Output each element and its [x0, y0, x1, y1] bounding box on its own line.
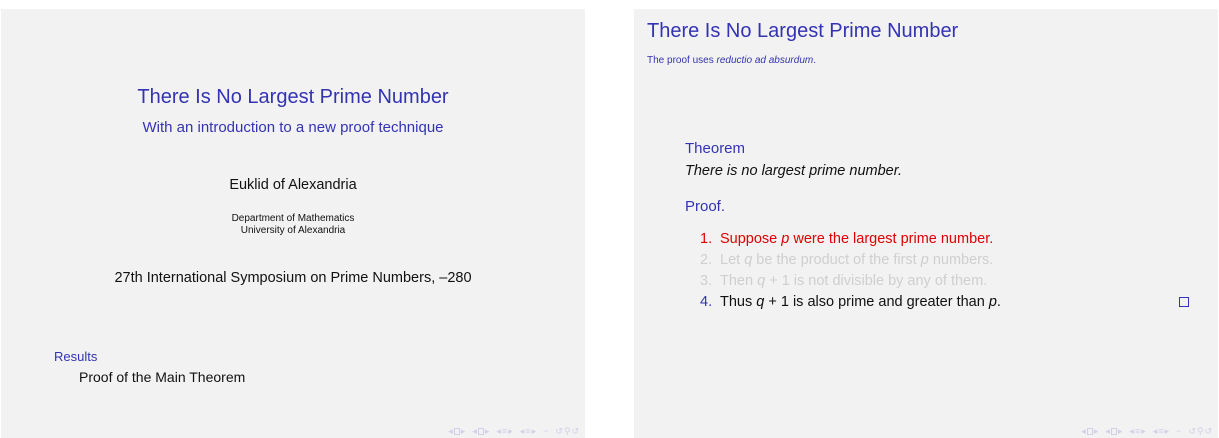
- nav-slide-icon[interactable]: [1086, 428, 1093, 435]
- nav-search-icon[interactable]: ⚲: [1197, 427, 1204, 436]
- nav-search-icon[interactable]: ⚲: [564, 427, 571, 436]
- step-number: 2.: [700, 252, 713, 268]
- content-slide: There Is No Largest Prime Number The pro…: [634, 9, 1218, 438]
- qed-square-icon: [1179, 297, 1189, 307]
- nav-left-arrow-icon[interactable]: ◂: [1129, 427, 1134, 436]
- step-text: + 1 is not divisible by any of them.: [765, 273, 988, 289]
- frame-subtitle-text: .: [813, 55, 816, 66]
- step-number: 4.: [700, 294, 713, 310]
- nav-left-arrow-icon[interactable]: ◂: [1153, 427, 1158, 436]
- step-math: q: [757, 273, 766, 289]
- nav-section-icon[interactable]: ≡: [525, 427, 530, 436]
- theorem-header: Theorem: [685, 140, 746, 157]
- institute-line: Department of Mathematics: [231, 213, 355, 224]
- step-text: be the product of the first: [752, 252, 921, 268]
- frame-title: There Is No Largest Prime Number: [647, 20, 959, 42]
- proof-step: 4. Thus q + 1 is also prime and greater t…: [700, 292, 1190, 313]
- nav-right-arrow-icon[interactable]: ▸: [1141, 427, 1146, 436]
- nav-left-arrow-icon[interactable]: ◂: [448, 427, 453, 436]
- nav-right-arrow-icon[interactable]: ▸: [1165, 427, 1170, 436]
- proof-steps: 1. Suppose p were the largest prime numbe…: [700, 229, 1190, 313]
- navigation-bar: ◂ ▸ ◂ ▸ ◂ ≡ ▸ ◂ ≡ ▸ − ↺ ⚲ ↺: [1081, 427, 1212, 436]
- step-math: p: [920, 252, 929, 268]
- nav-right-arrow-icon[interactable]: ▸: [532, 427, 537, 436]
- nav-left-arrow-icon[interactable]: ◂: [472, 427, 477, 436]
- institute-line: University of Alexandria: [240, 225, 346, 236]
- step-text: Let: [720, 252, 745, 268]
- author: Euklid of Alexandria: [229, 177, 357, 193]
- step-number: 1.: [700, 231, 713, 247]
- step-text: Thus: [720, 294, 757, 310]
- step-text: + 1 is also prime and greater than: [764, 294, 989, 310]
- nav-left-arrow-icon[interactable]: ◂: [496, 427, 501, 436]
- nav-frame-icon[interactable]: [477, 428, 484, 435]
- nav-slide-icon[interactable]: [453, 428, 460, 435]
- nav-right-arrow-icon[interactable]: ▸: [461, 427, 466, 436]
- step-text: Suppose: [720, 231, 782, 247]
- nav-separator-icon: −: [1176, 426, 1182, 436]
- nav-left-arrow-icon[interactable]: ◂: [520, 427, 525, 436]
- proof-step: 1. Suppose p were the largest prime numbe…: [700, 229, 1190, 250]
- toc-section[interactable]: Results: [54, 349, 97, 364]
- title-slide: There Is No Largest Prime Number With an…: [1, 9, 585, 438]
- step-text: .: [996, 294, 1001, 310]
- step-number: 3.: [700, 273, 713, 289]
- navigation-bar: ◂ ▸ ◂ ▸ ◂ ≡ ▸ ◂ ≡ ▸ − ↺ ⚲ ↺: [448, 427, 579, 436]
- date: 27th International Symposium on Prime Nu…: [114, 270, 472, 286]
- step-text: Then: [720, 273, 758, 289]
- nav-forward-icon[interactable]: ↺: [571, 427, 579, 436]
- institute: Department of Mathematics University of …: [1, 213, 585, 237]
- frame-subtitle-text: The proof uses: [647, 55, 717, 66]
- nav-section-icon[interactable]: ≡: [1158, 427, 1163, 436]
- nav-frame-icon[interactable]: [1110, 428, 1117, 435]
- proof-step: 2. Let q be the product of the first p nu…: [700, 250, 1190, 271]
- frame-subtitle-emphasis: reductio ad absurdum: [716, 55, 814, 66]
- nav-right-arrow-icon[interactable]: ▸: [1094, 427, 1099, 436]
- nav-separator-icon: −: [543, 426, 549, 436]
- nav-forward-icon[interactable]: ↺: [1204, 427, 1212, 436]
- nav-subsection-icon[interactable]: ≡: [502, 427, 507, 436]
- nav-right-arrow-icon[interactable]: ▸: [508, 427, 513, 436]
- nav-back-icon[interactable]: ↺: [555, 427, 563, 436]
- proof-step: 3. Then q + 1 is not divisible by any of …: [700, 271, 1190, 292]
- theorem-body: There is no largest prime number.: [685, 163, 903, 179]
- nav-right-arrow-icon[interactable]: ▸: [1118, 427, 1123, 436]
- step-text: numbers.: [928, 252, 994, 268]
- step-text: were the largest prime number.: [789, 231, 994, 247]
- nav-back-icon[interactable]: ↺: [1188, 427, 1196, 436]
- frame-subtitle: The proof uses reductio ad absurdum.: [647, 55, 816, 66]
- presentation-title: There Is No Largest Prime Number: [137, 86, 449, 108]
- toc-subsection[interactable]: Proof of the Main Theorem: [79, 369, 245, 385]
- nav-left-arrow-icon[interactable]: ◂: [1081, 427, 1086, 436]
- proof-header: Proof.: [685, 198, 726, 215]
- step-math: p: [988, 294, 997, 310]
- presentation-subtitle: With an introduction to a new proof tech…: [142, 119, 444, 136]
- nav-subsection-icon[interactable]: ≡: [1135, 427, 1140, 436]
- nav-right-arrow-icon[interactable]: ▸: [485, 427, 490, 436]
- nav-left-arrow-icon[interactable]: ◂: [1105, 427, 1110, 436]
